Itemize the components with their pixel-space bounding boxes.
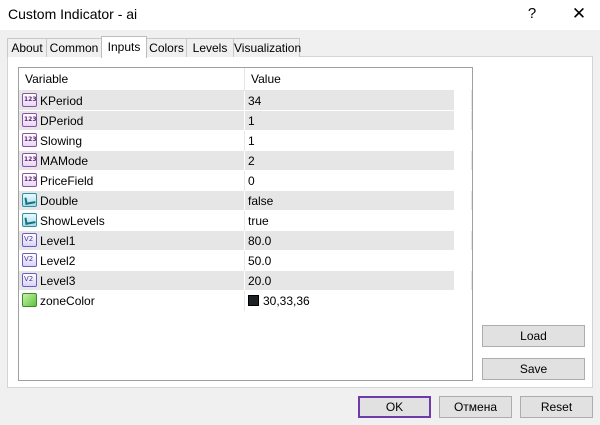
variable-value[interactable]: 34 xyxy=(248,91,261,111)
grid-header: Variable Value xyxy=(19,68,472,91)
variable-name: DPeriod xyxy=(40,114,84,128)
color-icon xyxy=(22,293,37,307)
double-icon xyxy=(22,253,37,267)
table-row[interactable]: Level1 80.0 xyxy=(19,231,472,251)
variable-name: Level1 xyxy=(40,234,76,248)
variable-value[interactable]: 50.0 xyxy=(248,251,271,271)
tab-common[interactable]: Common xyxy=(46,38,102,57)
cell-divider xyxy=(244,111,245,131)
inputs-grid[interactable]: Variable Value KPeriod 34 DPeriod 1 Slow… xyxy=(18,67,473,381)
cell-divider xyxy=(244,291,245,311)
window-title: Custom Indicator - ai xyxy=(8,6,138,22)
color-value-text: 30,33,36 xyxy=(263,294,310,308)
variable-value[interactable]: true xyxy=(248,211,269,231)
int-icon xyxy=(22,133,37,147)
variable-value[interactable]: false xyxy=(248,191,273,211)
variable-name: MAMode xyxy=(40,154,89,168)
tab-inputs[interactable]: Inputs xyxy=(101,36,147,58)
table-row[interactable]: DPeriod 1 xyxy=(19,111,472,131)
table-row[interactable]: zoneColor 30,33,36 xyxy=(19,291,472,311)
cell-divider xyxy=(244,151,245,171)
variable-value[interactable]: 30,33,36 xyxy=(248,291,310,311)
bool-icon xyxy=(22,213,37,227)
table-row[interactable]: KPeriod 34 xyxy=(19,91,472,111)
double-icon xyxy=(22,273,37,287)
variable-value[interactable]: 1 xyxy=(248,131,255,151)
variable-value[interactable]: 80.0 xyxy=(248,231,271,251)
variable-value[interactable]: 20.0 xyxy=(248,271,271,291)
variable-name: zoneColor xyxy=(40,294,95,308)
int-icon xyxy=(22,153,37,167)
help-button[interactable]: ? xyxy=(521,3,543,25)
variable-name: Double xyxy=(40,194,79,208)
variable-name: KPeriod xyxy=(40,94,83,108)
cell-divider xyxy=(244,231,245,251)
int-icon xyxy=(22,93,37,107)
variable-name: PriceField xyxy=(40,174,94,188)
variable-name: Level3 xyxy=(40,274,76,288)
double-icon xyxy=(22,233,37,247)
cell-divider xyxy=(244,191,245,211)
cell-divider xyxy=(244,91,245,111)
grid-scrollbar-area xyxy=(454,68,471,380)
color-swatch xyxy=(248,295,259,306)
reset-button[interactable]: Reset xyxy=(520,396,593,418)
variable-value[interactable]: 2 xyxy=(248,151,255,171)
table-row[interactable]: Double false xyxy=(19,191,472,211)
close-button[interactable]: ✕ xyxy=(568,3,590,25)
variable-value[interactable]: 0 xyxy=(248,171,255,191)
title-bar: Custom Indicator - ai ? ✕ xyxy=(0,0,600,30)
column-header-value[interactable]: Value xyxy=(245,68,281,90)
column-header-variable[interactable]: Variable xyxy=(19,68,68,90)
variable-name: ShowLevels xyxy=(40,214,105,228)
load-button[interactable]: Load xyxy=(482,325,585,347)
cell-divider xyxy=(244,171,245,191)
table-row[interactable]: Level3 20.0 xyxy=(19,271,472,291)
table-row[interactable]: ShowLevels true xyxy=(19,211,472,231)
int-icon xyxy=(22,113,37,127)
table-row[interactable]: Slowing 1 xyxy=(19,131,472,151)
cell-divider xyxy=(244,131,245,151)
tab-about[interactable]: About xyxy=(7,38,47,57)
save-button[interactable]: Save xyxy=(482,358,585,380)
variable-name: Level2 xyxy=(40,254,76,268)
tab-colors[interactable]: Colors xyxy=(146,38,187,57)
bool-icon xyxy=(22,193,37,207)
ok-button[interactable]: OK xyxy=(358,396,431,418)
cell-divider xyxy=(244,211,245,231)
table-row[interactable]: Level2 50.0 xyxy=(19,251,472,271)
tab-levels[interactable]: Levels xyxy=(186,38,234,57)
tab-visualization[interactable]: Visualization xyxy=(233,38,301,57)
table-row[interactable]: MAMode 2 xyxy=(19,151,472,171)
cancel-button[interactable]: Отмена xyxy=(439,396,512,418)
table-row[interactable]: PriceField 0 xyxy=(19,171,472,191)
variable-value[interactable]: 1 xyxy=(248,111,255,131)
variable-name: Slowing xyxy=(40,134,83,148)
cell-divider xyxy=(244,271,245,291)
int-icon xyxy=(22,173,37,187)
cell-divider xyxy=(244,251,245,271)
